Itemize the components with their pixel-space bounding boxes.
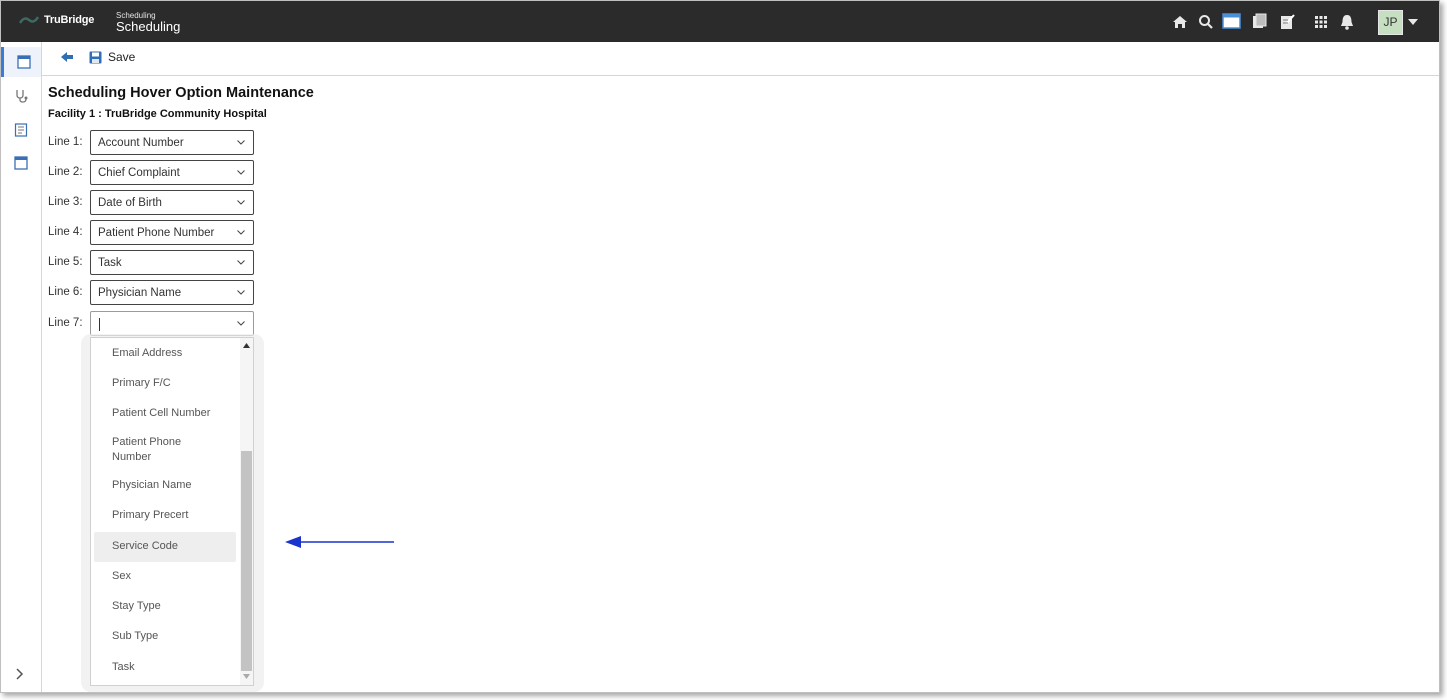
annotation-arrow-icon bbox=[285, 536, 394, 548]
top-bar: TruBridge Scheduling Scheduling JP bbox=[1, 1, 1439, 42]
list-item[interactable]: Task bbox=[94, 660, 236, 675]
calendar-window-icon bbox=[17, 55, 31, 69]
page-title: Scheduling Hover Option Maintenance bbox=[48, 85, 314, 101]
module-title: Scheduling bbox=[116, 19, 181, 34]
line-label: Line 6: bbox=[48, 286, 83, 298]
line-label: Line 7: bbox=[48, 317, 83, 329]
list-item-highlighted[interactable]: Service Code bbox=[94, 532, 236, 562]
save-label: Save bbox=[108, 50, 136, 64]
line-5-select[interactable]: Task bbox=[90, 250, 254, 275]
scroll-down-arrow-icon[interactable] bbox=[243, 674, 250, 679]
line-6-select[interactable]: Physician Name bbox=[90, 280, 254, 305]
list-item[interactable]: Physician Name bbox=[94, 478, 236, 493]
line-label: Line 1: bbox=[48, 136, 83, 148]
chevron-down-icon bbox=[237, 260, 245, 265]
chevron-down-icon bbox=[237, 290, 245, 295]
list-item[interactable]: Primary F/C bbox=[94, 376, 236, 391]
line-label: Line 3: bbox=[48, 196, 83, 208]
chevron-down-icon bbox=[237, 321, 245, 326]
list-item[interactable]: Primary Precert bbox=[94, 508, 236, 523]
line-4-select[interactable]: Patient Phone Number bbox=[90, 220, 254, 245]
list-item[interactable]: Email Address bbox=[94, 346, 236, 361]
home-icon[interactable] bbox=[1171, 13, 1189, 31]
chevron-down-icon bbox=[237, 170, 245, 175]
list-item[interactable]: Patient Phone Number bbox=[94, 435, 222, 465]
app-window: TruBridge Scheduling Scheduling JP Save … bbox=[0, 0, 1440, 693]
select-value: Date of Birth bbox=[98, 197, 162, 209]
trubridge-logo-icon bbox=[19, 16, 39, 24]
save-icon bbox=[89, 51, 102, 63]
list-item[interactable]: Sex bbox=[94, 569, 236, 584]
select-value: Physician Name bbox=[98, 287, 182, 299]
chevron-right-icon[interactable] bbox=[15, 668, 25, 680]
window-icon[interactable] bbox=[1222, 12, 1242, 30]
facility-label: Facility 1 : TruBridge Community Hospita… bbox=[48, 108, 267, 120]
apps-grid-icon[interactable] bbox=[1312, 13, 1330, 31]
select-value: Patient Phone Number bbox=[98, 227, 215, 239]
save-button[interactable]: Save bbox=[89, 50, 135, 64]
report-icon bbox=[14, 123, 28, 137]
scroll-thumb[interactable] bbox=[241, 451, 252, 671]
select-value: Task bbox=[98, 257, 122, 269]
dropdown-scrollbar[interactable] bbox=[240, 338, 253, 685]
chevron-down-icon bbox=[237, 230, 245, 235]
line-2-select[interactable]: Chief Complaint bbox=[90, 160, 254, 185]
line-3-select[interactable]: Date of Birth bbox=[90, 190, 254, 215]
left-rail bbox=[1, 42, 42, 692]
notes-icon[interactable] bbox=[1278, 13, 1296, 31]
line-7-options-list: Email Address Primary F/C Patient Cell N… bbox=[90, 337, 254, 686]
chevron-down-icon[interactable] bbox=[1408, 19, 1418, 25]
window-icon bbox=[14, 156, 28, 170]
line-7-select[interactable] bbox=[90, 311, 254, 336]
rail-item-reports[interactable] bbox=[1, 115, 41, 145]
search-icon[interactable] bbox=[1197, 13, 1215, 31]
text-cursor bbox=[99, 318, 100, 331]
scroll-up-arrow-icon[interactable] bbox=[243, 343, 250, 348]
user-avatar[interactable]: JP bbox=[1378, 10, 1403, 35]
rail-item-clinical[interactable] bbox=[1, 81, 41, 111]
brand-name: TruBridge bbox=[44, 14, 95, 26]
list-item[interactable]: Sub Type bbox=[94, 629, 236, 644]
stethoscope-icon bbox=[16, 90, 28, 103]
line-label: Line 2: bbox=[48, 166, 83, 178]
list-item[interactable]: Patient Cell Number bbox=[94, 406, 236, 421]
list-item[interactable]: Stay Type bbox=[94, 599, 236, 614]
line-label: Line 5: bbox=[48, 256, 83, 268]
chevron-down-icon bbox=[237, 140, 245, 145]
documents-icon[interactable] bbox=[1250, 13, 1268, 31]
toolbar: Save bbox=[42, 42, 1439, 76]
back-arrow-icon[interactable] bbox=[60, 51, 74, 63]
bell-icon[interactable] bbox=[1338, 13, 1356, 31]
select-value: Account Number bbox=[98, 137, 184, 149]
rail-item-scheduling[interactable] bbox=[1, 47, 41, 77]
rail-item-window[interactable] bbox=[1, 148, 41, 178]
line-label: Line 4: bbox=[48, 226, 83, 238]
select-value: Chief Complaint bbox=[98, 167, 180, 179]
line-1-select[interactable]: Account Number bbox=[90, 130, 254, 155]
chevron-down-icon bbox=[237, 200, 245, 205]
